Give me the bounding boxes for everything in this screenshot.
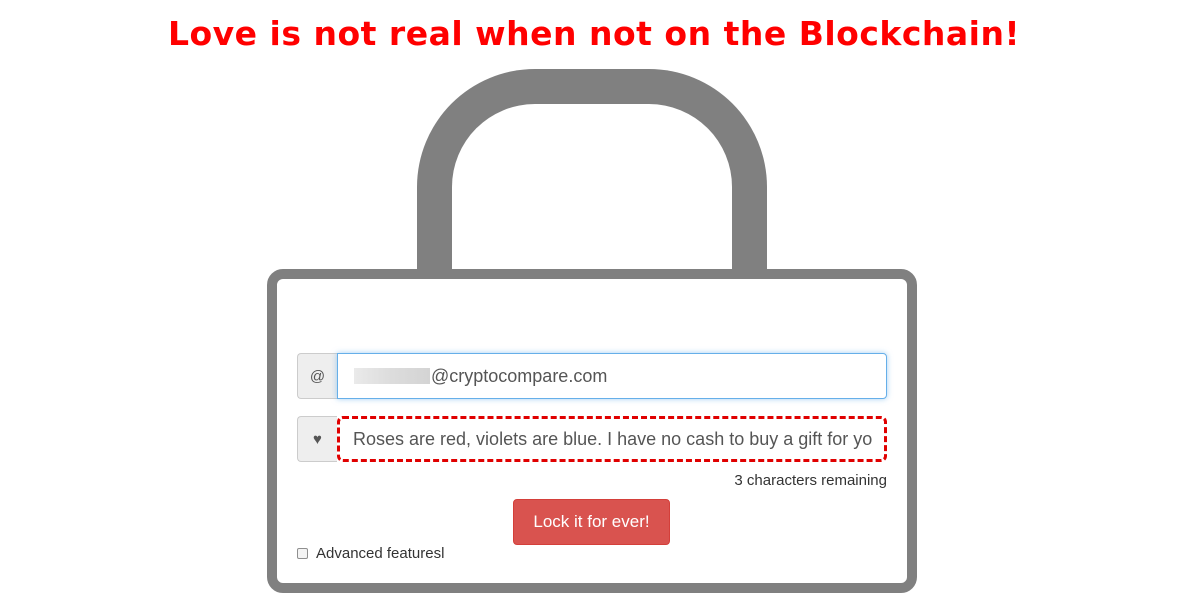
- at-sign-icon: @: [297, 353, 337, 399]
- email-domain-text: @cryptocompare.com: [431, 365, 608, 386]
- page-headline: Love is not real when not on the Blockch…: [167, 14, 1021, 53]
- love-message-field[interactable]: Roses are red, violets are blue. I have …: [337, 416, 887, 462]
- lock-it-forever-button[interactable]: Lock it for ever!: [513, 499, 670, 545]
- email-input-group: @ @cryptocompare.com: [297, 353, 887, 399]
- padlock-body-form: @ @cryptocompare.com ♥ Roses are red, vi…: [267, 269, 917, 593]
- advanced-features-checkbox[interactable]: [297, 548, 308, 559]
- heart-icon: ♥: [297, 416, 337, 462]
- redacted-email-username: [354, 368, 430, 384]
- advanced-features-toggle[interactable]: Advanced featuresl: [297, 545, 444, 562]
- advanced-features-label: Advanced featuresl: [316, 545, 445, 562]
- email-field[interactable]: @cryptocompare.com: [337, 353, 887, 399]
- characters-remaining-counter: 3 characters remaining: [734, 472, 887, 489]
- message-input-group: ♥ Roses are red, violets are blue. I hav…: [297, 416, 887, 462]
- page: Love is not real when not on the Blockch…: [0, 0, 1200, 609]
